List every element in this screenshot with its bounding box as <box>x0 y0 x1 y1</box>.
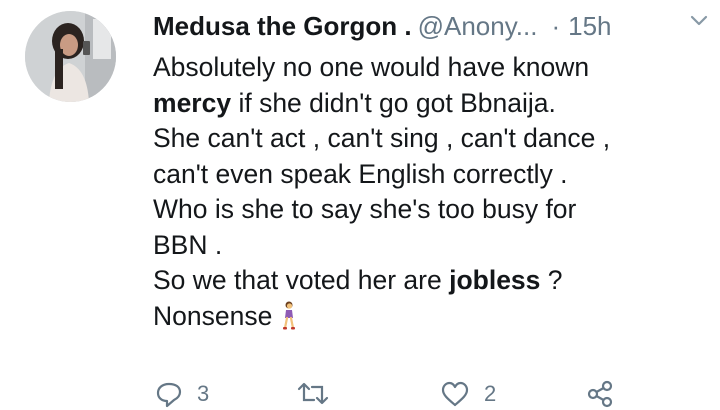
text-line: She can't act , can't sing , can't dance… <box>153 123 611 153</box>
heart-icon <box>441 381 469 407</box>
text-span: So we that voted her are <box>153 265 450 295</box>
text-line: BBN . <box>153 229 223 260</box>
retweet-button[interactable] <box>296 380 344 408</box>
reply-count: 3 <box>197 381 210 406</box>
text-span: ? <box>540 265 563 295</box>
chevron-down-icon <box>690 15 708 26</box>
share-icon <box>587 380 613 408</box>
text-line: Who is she to say she's too busy for <box>153 194 577 224</box>
author-name[interactable]: Medusa the Gorgon . <box>153 11 412 42</box>
text-line: So we that voted her are jobless ? <box>153 263 693 299</box>
like-count: 2 <box>484 381 497 406</box>
text-line: mercy if she didn't go got Bbnaija. <box>153 86 693 122</box>
avatar-image <box>25 11 116 102</box>
timestamp[interactable]: 15h <box>568 11 611 42</box>
jobless-bold: jobless <box>449 265 541 295</box>
woman-walking-emoji <box>280 301 298 341</box>
text-line: Nonsense <box>153 299 693 341</box>
tweet-actions: 3 2 <box>153 380 653 410</box>
text-span: if she didn't go got Bbnaija. <box>231 87 556 118</box>
avatar[interactable] <box>25 11 116 102</box>
mention-bold: mercy <box>153 87 232 118</box>
separator-dot: · <box>551 10 561 41</box>
author-handle[interactable]: @Anony... <box>418 11 538 42</box>
retweet-icon <box>297 382 329 405</box>
text-span: Nonsense <box>153 300 273 331</box>
share-button[interactable] <box>585 380 615 408</box>
tweet-text: Absolutely no one would have known mercy… <box>153 50 693 340</box>
text-line: Absolutely no one would have known <box>153 52 590 82</box>
tweet-menu-button[interactable] <box>686 8 712 34</box>
reply-button[interactable]: 3 <box>155 380 209 408</box>
like-button[interactable]: 2 <box>440 380 496 408</box>
text-line: can't even speak English correctly . <box>153 158 568 189</box>
tweet-header: Medusa the Gorgon . @Anony... · 15h <box>153 6 708 46</box>
reply-icon <box>156 382 182 408</box>
